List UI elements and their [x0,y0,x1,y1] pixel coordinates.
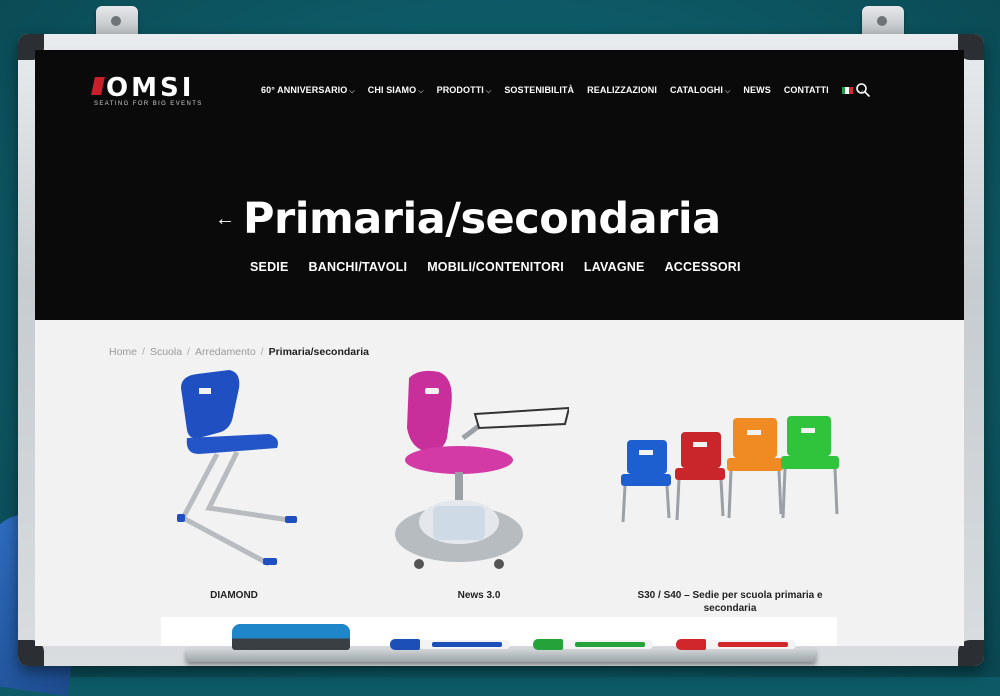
breadcrumb-separator: / [187,346,190,358]
marker-tray [186,648,816,662]
page-title: Primaria/secondaria [243,194,721,244]
breadcrumb-current: Primaria/secondaria [268,346,369,358]
product-card[interactable]: News 3.0 [374,368,584,602]
logo-tagline: SEATING FOR BIG EVENTS [94,101,203,107]
nav-label: SOSTENIBILITÀ [504,85,575,95]
breadcrumb-link-arredamento[interactable]: Arredamento [195,346,256,358]
subnav-item-sedie[interactable]: SEDIE [250,260,289,274]
product-name[interactable]: DIAMOND [129,589,339,602]
nav-item-realizzazioni[interactable]: REALIZZAZIONI [587,85,657,95]
subnav-item-banchi-tavoli[interactable]: BANCHI/TAVOLI [309,260,408,274]
breadcrumb-separator: / [260,346,264,358]
nav-label: NEWS [743,85,771,95]
nav-item-anniversario[interactable]: 60° ANNIVERSARIO ⌵ [261,85,355,96]
nav-label: CHI SIAMO [367,84,417,95]
chevron-down-icon: ⌵ [418,87,424,95]
subnav-item-accessori[interactable]: ACCESSORI [665,260,741,274]
search-icon[interactable] [855,82,871,98]
red-marker [676,639,796,650]
blue-chair-image[interactable] [159,368,309,578]
nav-label: CATALOGHI [669,84,723,95]
nav-label: REALIZZAZIONI [587,85,657,95]
breadcrumb-link-scuola[interactable]: Scuola [150,346,182,358]
website-screen: OMSI SEATING FOR BIG EVENTS 60° ANNIVERS… [35,50,964,646]
chevron-down-icon: ⌵ [485,87,492,95]
nav-item-prodotti[interactable]: PRODOTTI ⌵ [437,85,492,96]
category-subnav: SEDIE BANCHI/TAVOLI MOBILI/CONTENITORI L… [250,260,761,274]
nav-item-chi-siamo[interactable]: CHI SIAMO ⌵ [368,85,424,96]
nav-label: 60° ANNIVERSARIO [261,84,348,95]
green-marker [533,639,653,650]
breadcrumb-link-home[interactable]: Home [109,346,137,358]
nav-label: PRODOTTI [436,84,484,95]
chevron-down-icon: ⌵ [349,87,355,95]
pink-mobile-chair-image[interactable] [389,368,571,578]
nav-item-cataloghi[interactable]: CATALOGHI ⌵ [670,85,730,96]
page-title-row: ← Primaria/secondaria [215,194,721,244]
italy-flag-icon [841,86,853,94]
subnav-item-mobili-contenitori[interactable]: MOBILI/CONTENITORI [427,260,564,274]
whiteboard-eraser [232,624,350,650]
blue-marker [390,639,510,650]
omsi-logo[interactable]: OMSI SEATING FOR BIG EVENTS [91,73,224,108]
nav-item-news[interactable]: NEWS [743,85,770,95]
subnav-item-lavagne[interactable]: LAVAGNE [584,260,645,274]
arrow-left-icon[interactable]: ← [215,208,235,231]
nav-label: CONTATTI [783,85,829,95]
nav-item-sostenibilita[interactable]: SOSTENIBILITÀ [504,85,574,95]
chevron-down-icon: ⌵ [725,87,731,95]
site-header: OMSI SEATING FOR BIG EVENTS 60° ANNIVERS… [35,50,964,320]
product-card[interactable]: DIAMOND [129,368,339,602]
product-card[interactable]: S30 / S40 – Sedie per scuola primaria e … [610,368,850,615]
nav-item-contatti[interactable]: CONTATTI [784,85,829,95]
breadcrumb: Home / Scuola / Arredamento / Primaria/seconda… [109,346,369,358]
product-name[interactable]: News 3.0 [374,589,584,602]
breadcrumb-separator: / [142,346,145,358]
main-navigation: 60° ANNIVERSARIO ⌵ CHI SIAMO ⌵ PRODOTTI ⌵ S… [261,82,876,98]
product-name[interactable]: S30 / S40 – Sedie per scuola primaria e … [610,589,850,615]
colored-school-chairs-image[interactable] [615,368,845,578]
logo-text: OMSI [106,73,195,103]
